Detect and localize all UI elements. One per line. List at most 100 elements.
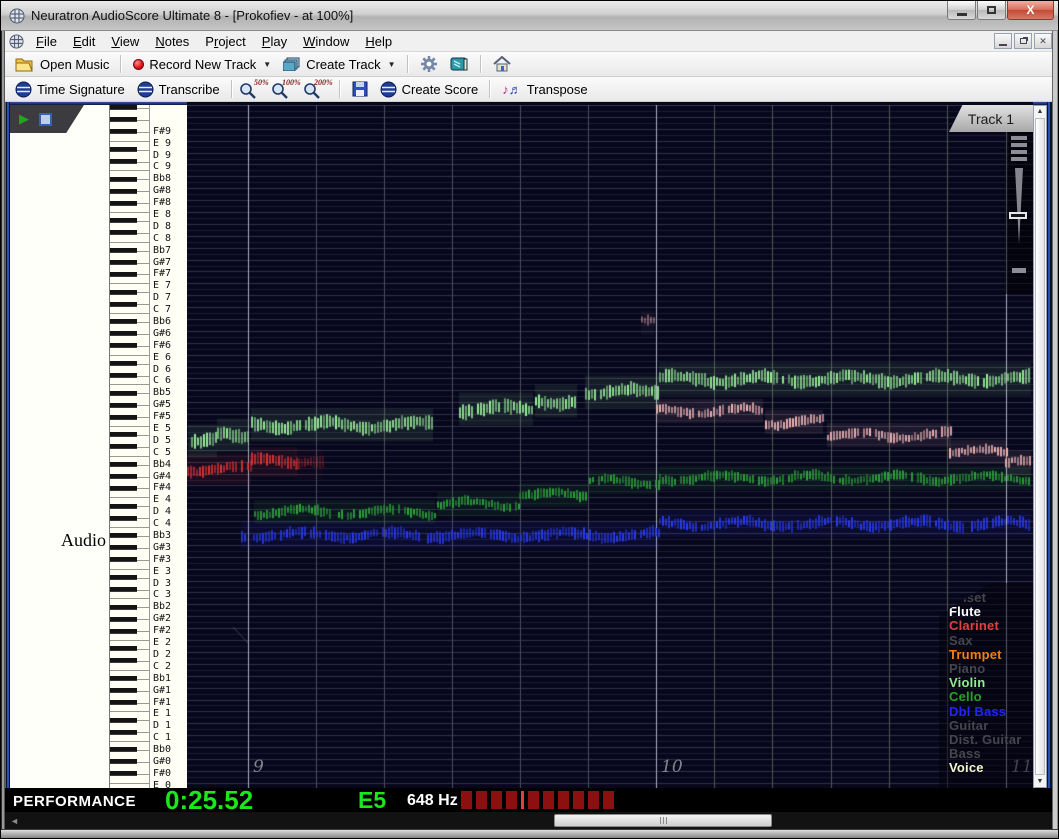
horizontal-scrollbar-thumb[interactable] [554,814,772,827]
legend-item-violin[interactable]: Violin [949,676,1033,690]
piano-key-black[interactable] [110,105,137,111]
piano-key-black[interactable] [110,176,137,182]
piano-key-black[interactable] [110,473,137,479]
create-score-button[interactable]: Create Score [374,79,485,100]
piano-key-black[interactable] [110,147,137,152]
piano-key-black[interactable] [110,289,137,295]
piano-key-black[interactable] [110,402,137,408]
open-music-button[interactable]: Open Music [9,55,115,74]
stop-button[interactable] [39,112,52,126]
menu-item-play[interactable]: Play [254,32,295,51]
time-signature-button[interactable]: Time Signature [9,79,131,100]
piano-key-black[interactable] [110,729,137,735]
legend-item-trumpet[interactable]: Trumpet [949,647,1033,662]
scroll-down-icon[interactable]: ▼ [1034,778,1046,785]
legend-item-guitar[interactable]: Guitar [949,718,1033,733]
piano-key-black[interactable] [110,503,137,509]
save-button[interactable] [346,79,374,99]
piano-key-black[interactable] [110,604,137,610]
piano-key-black[interactable] [110,676,137,682]
legend-item-sax[interactable]: Sax [949,633,1033,648]
piano-key-black[interactable] [110,271,137,277]
transpose-button[interactable]: ♪♬ Transpose [496,80,593,99]
piano-key-black[interactable] [110,390,137,396]
piano-key-black[interactable] [110,688,137,693]
piano-key-black[interactable] [110,485,137,491]
piano-key-black[interactable] [110,248,137,254]
piano-key-black[interactable] [110,557,137,563]
transcribe-button[interactable]: Transcribe [131,79,226,100]
zoom-50percent-button[interactable]: 50% [239,78,269,100]
document-restore-button[interactable] [1014,33,1032,49]
piano-key-black[interactable] [110,259,137,265]
piano-key-black[interactable] [110,444,137,450]
piano-keyboard[interactable] [109,105,149,788]
chevron-down-icon[interactable]: ▼ [263,60,271,69]
legend-item-cello[interactable]: Cello [949,690,1033,704]
scroll-up-icon[interactable]: ▲ [1034,108,1046,115]
piano-key-black[interactable] [110,628,137,634]
home-button[interactable] [487,54,517,74]
piano-key-black[interactable] [110,117,137,123]
piano-key-black[interactable] [110,759,137,765]
piano-key-black[interactable] [110,432,137,438]
document-close-button[interactable]: ✕ [1034,33,1052,49]
piano-key-black[interactable] [110,747,137,753]
horizontal-scrollbar[interactable]: ◄ [5,812,1052,829]
track-tab[interactable]: Track 1 [949,105,1033,132]
piano-key-black[interactable] [110,586,137,592]
options-button[interactable] [414,53,444,75]
piano-key-black[interactable] [110,658,137,664]
piano-key-black[interactable] [110,319,137,325]
piano-key-black[interactable] [110,717,137,723]
legend-item-dist-guitar[interactable]: Dist. Guitar [949,732,1033,747]
menu-item-window[interactable]: Window [295,32,357,51]
scroll-left-icon[interactable]: ◄ [10,816,19,826]
legend-item-voice[interactable]: Voice [949,761,1033,775]
document-icon[interactable] [9,33,24,49]
piano-key-black[interactable] [110,188,137,194]
zoom-100percent-button[interactable]: 100% [271,78,301,100]
piano-key-black[interactable] [110,575,137,581]
piano-key-black[interactable] [110,515,137,521]
legend-item-dbl-bass[interactable]: Dbl Bass [949,704,1033,719]
legend-item-flute[interactable]: Flute [949,605,1033,619]
title-bar[interactable]: Neuratron AudioScore Ultimate 8 - [Proko… [1,1,1058,31]
menu-item-help[interactable]: Help [357,32,400,51]
legend-item-clarinet[interactable]: Clarinet [949,619,1033,633]
legend-item-bass[interactable]: Bass [949,747,1033,761]
piano-key-black[interactable] [110,533,137,539]
create-track-button[interactable]: Create Track ▼ [277,55,401,74]
menu-item-notes[interactable]: Notes [147,32,197,51]
legend-item-piano[interactable]: Piano [949,661,1033,676]
fader-handle[interactable] [1009,212,1027,219]
piano-key-black[interactable] [110,158,137,164]
menu-item-view[interactable]: View [103,32,147,51]
piano-key-black[interactable] [110,771,137,777]
play-button[interactable]: ▶ [19,111,29,127]
piano-key-black[interactable] [110,372,137,378]
document-minimize-button[interactable] [994,33,1012,49]
piano-key-black[interactable] [110,218,137,224]
minimize-button[interactable] [947,1,976,20]
piano-key-black[interactable] [110,361,137,367]
menu-item-project[interactable]: Project [197,32,253,51]
vertical-scrollbar-thumb[interactable] [1035,118,1045,775]
piano-key-black[interactable] [110,414,137,420]
piano-key-black[interactable] [110,616,137,622]
piano-key-black[interactable] [110,129,137,135]
playback-fader[interactable] [1005,132,1033,294]
menu-item-edit[interactable]: Edit [65,32,103,51]
menu-item-file[interactable]: File [28,32,65,51]
piano-key-black[interactable] [110,301,137,307]
piano-key-black[interactable] [110,545,137,551]
maximize-button[interactable] [977,1,1006,20]
piano-key-black[interactable] [110,699,137,705]
vertical-scrollbar[interactable]: ▲ ▼ [1033,105,1047,788]
close-button[interactable]: X [1007,1,1054,20]
piano-key-black[interactable] [110,343,137,349]
zoom-200percent-button[interactable]: 200% [303,78,333,100]
record-new-track-button[interactable]: Record New Track ▼ [127,55,277,74]
help-book-button[interactable] [444,54,475,74]
piano-key-black[interactable] [110,331,137,337]
